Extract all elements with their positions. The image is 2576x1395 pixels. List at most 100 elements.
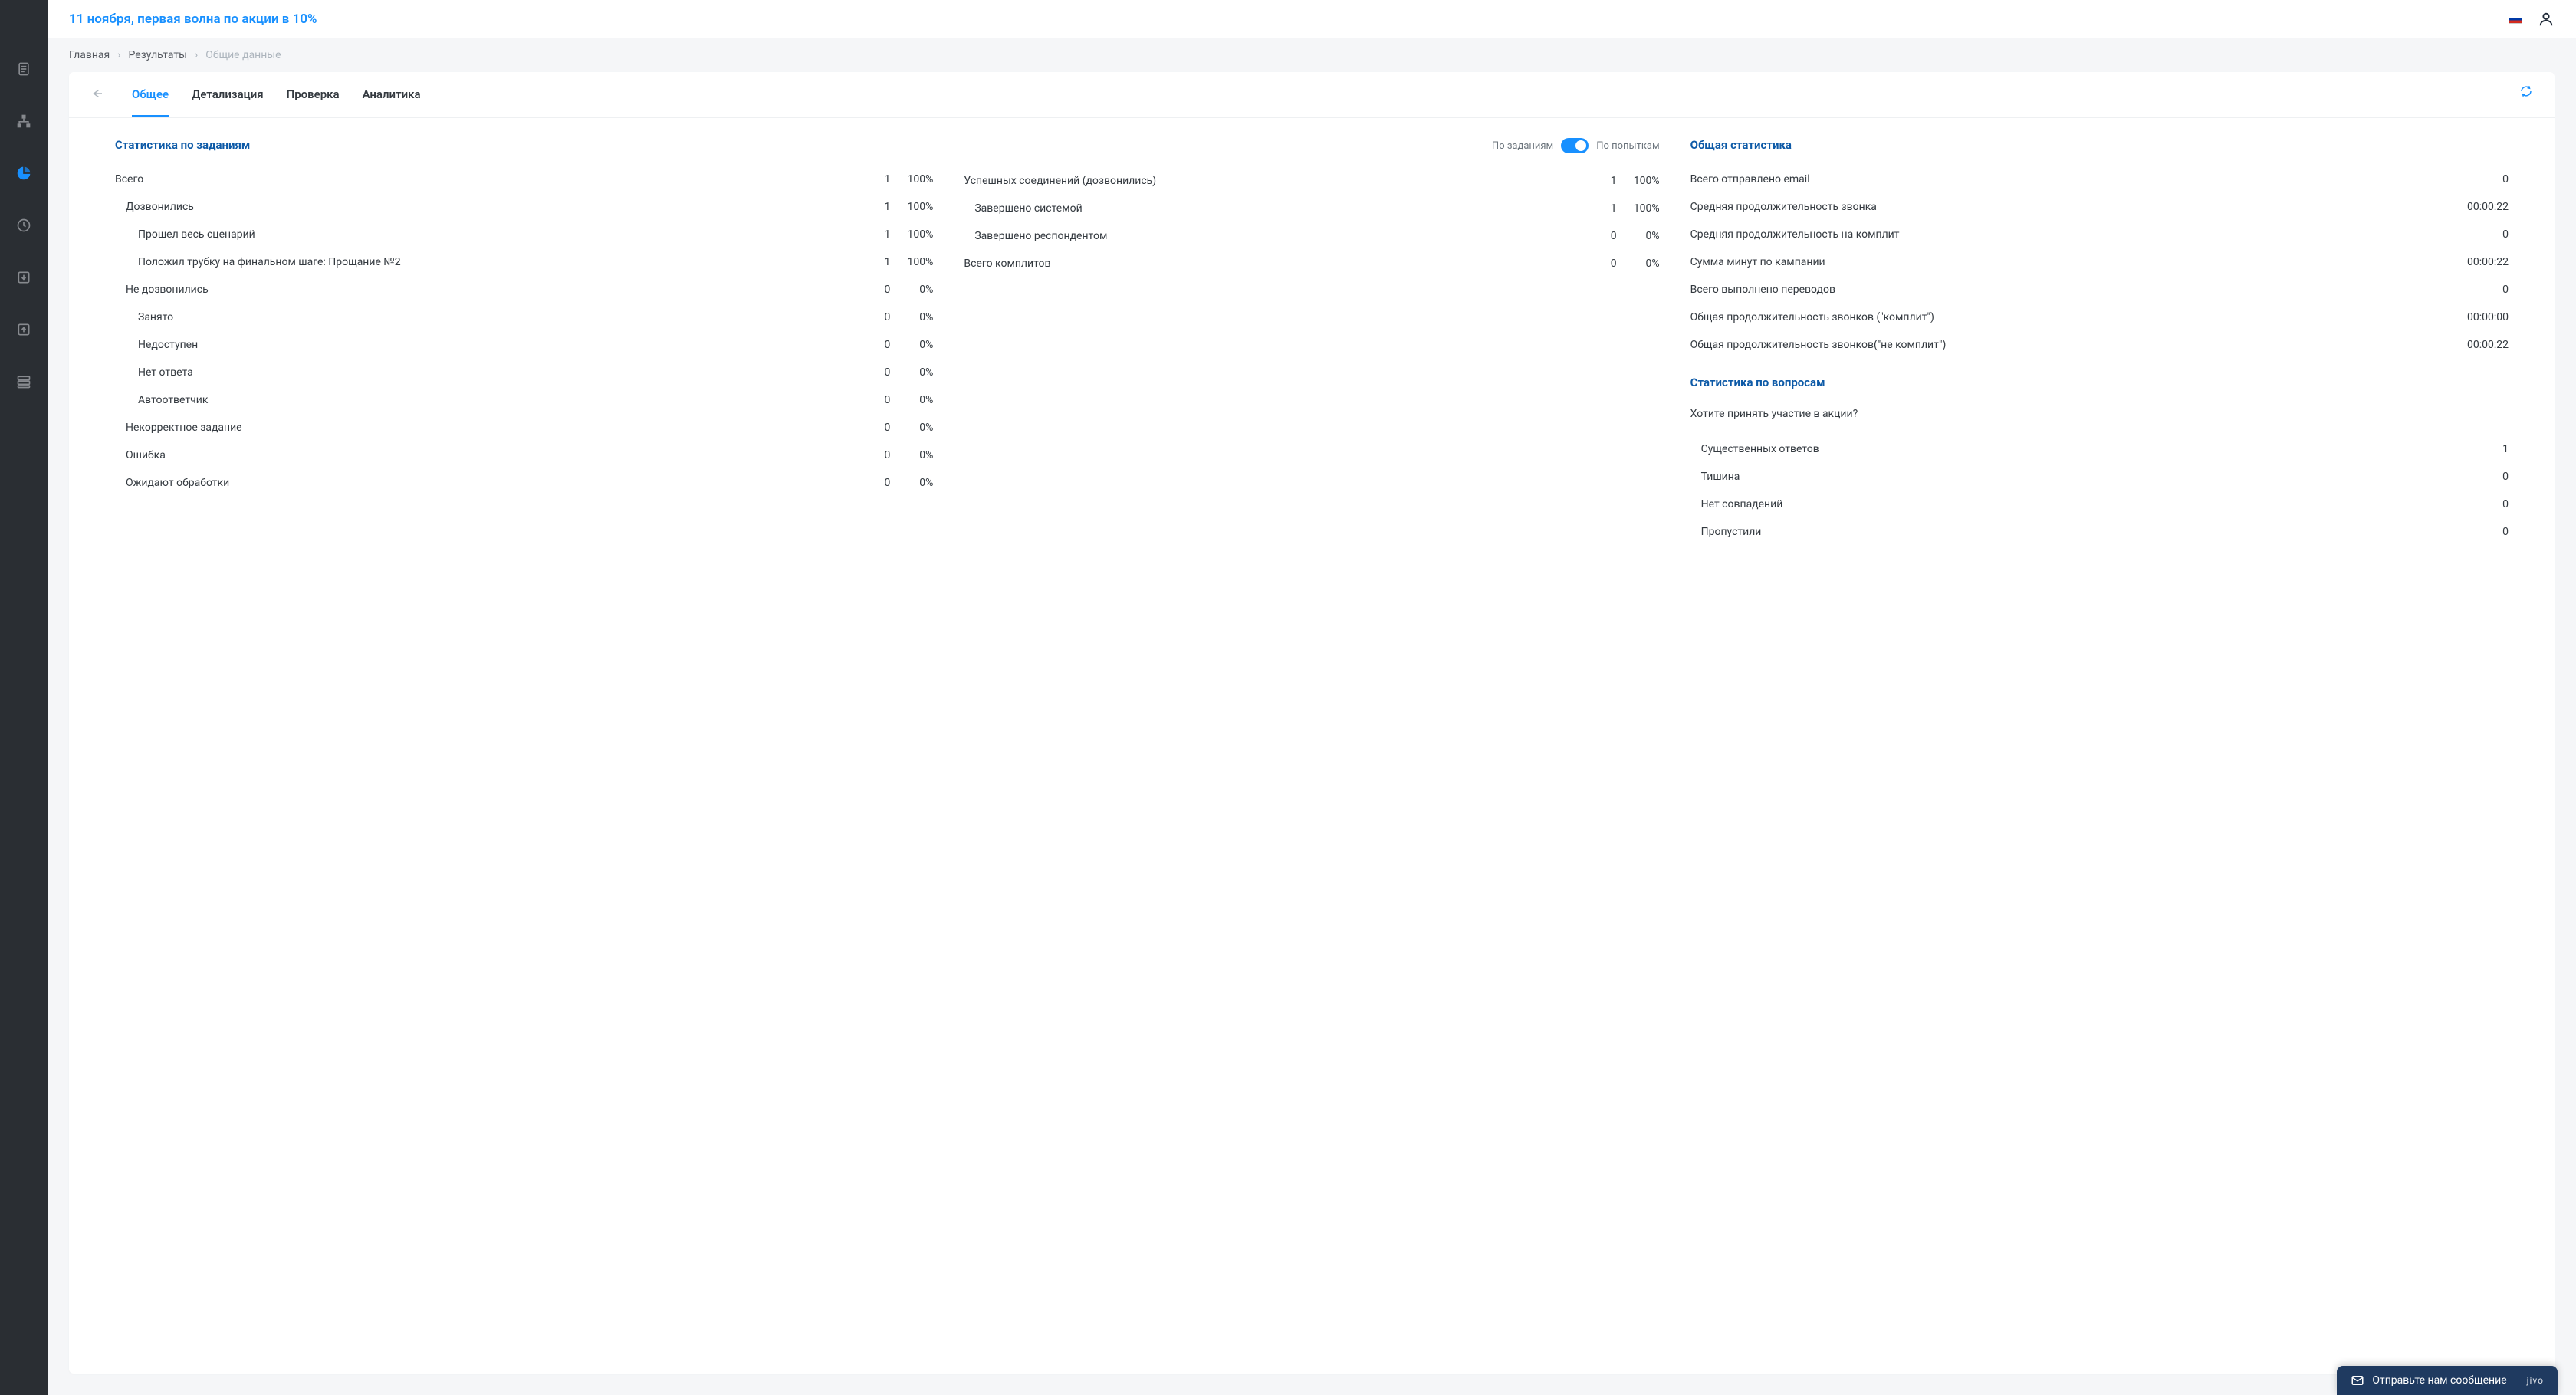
stat-label: Нет ответа [138, 366, 859, 379]
stat-pct: 100% [1617, 175, 1660, 187]
stat-count: 0 [859, 366, 890, 379]
stat-row: Нет ответа00% [115, 359, 933, 386]
stat-pct: 100% [890, 173, 933, 185]
stat-row: Средняя продолжительность звонка00:00:22 [1691, 193, 2509, 221]
tabs: Общее Детализация Проверка Аналитика [69, 72, 2555, 118]
back-arrow-icon[interactable] [90, 87, 104, 103]
stat-pct: 0% [890, 422, 933, 434]
breadcrumb-home[interactable]: Главная [69, 49, 110, 61]
language-flag-ru[interactable] [2509, 15, 2522, 24]
clock-icon [16, 218, 31, 233]
breadcrumb-results[interactable]: Результаты [128, 49, 187, 61]
sidebar-item-import[interactable] [15, 268, 33, 287]
stat-label: Средняя продолжительность звонка [1691, 201, 2432, 213]
stat-row: Сумма минут по кампании00:00:22 [1691, 248, 2509, 276]
stat-count: 1 [1586, 202, 1617, 215]
page-title[interactable]: 11 ноября, первая волна по акции в 10% [69, 11, 317, 27]
tab-check[interactable]: Проверка [287, 74, 340, 117]
tab-detail[interactable]: Детализация [192, 74, 263, 117]
sidebar-item-servers[interactable] [15, 373, 33, 391]
stat-pct: 0% [890, 449, 933, 461]
stat-count: 1 [859, 201, 890, 213]
stat-row: Всего выполнено переводов0 [1691, 276, 2509, 304]
stat-pct: 0% [890, 284, 933, 296]
stat-label: Занято [138, 311, 859, 323]
stat-row: Нет совпадений0 [1691, 491, 2509, 518]
stat-label: Общая продолжительность звонков("не комп… [1691, 339, 2432, 351]
stat-value: 1 [2432, 443, 2509, 455]
stat-pct: 0% [1617, 258, 1660, 270]
sidebar-item-structure[interactable] [15, 112, 33, 130]
stat-row: Общая продолжительность звонков ("компли… [1691, 304, 2509, 331]
stat-row: Средняя продолжительность на комплит0 [1691, 221, 2509, 248]
stat-row: Ошибка00% [115, 441, 933, 469]
stat-row: Завершено респондентом00% [964, 222, 1659, 250]
refresh-button[interactable] [2519, 84, 2533, 101]
sidebar-item-schedule[interactable] [15, 216, 33, 235]
stat-count: 1 [859, 173, 890, 185]
task-stats-list: Всего1100%Дозвонились1100%Прошел весь сц… [115, 166, 933, 497]
stat-row: Пропустили0 [1691, 518, 2509, 546]
topbar: 11 ноября, первая волна по акции в 10% [48, 0, 2576, 38]
sidebar-item-docs[interactable] [15, 60, 33, 78]
envelope-icon [2351, 1374, 2364, 1387]
stat-row: Всего отправлено email0 [1691, 166, 2509, 193]
stat-count: 0 [859, 422, 890, 434]
server-icon [16, 374, 31, 389]
user-icon[interactable] [2538, 11, 2555, 28]
stat-row: Дозвонились1100% [115, 193, 933, 221]
tab-analytics[interactable]: Аналитика [363, 74, 421, 117]
sync-icon [2519, 84, 2533, 98]
stat-pct: 0% [890, 477, 933, 489]
stat-label: Не дозвонились [126, 284, 859, 296]
stat-label: Ожидают обработки [126, 477, 859, 489]
stat-pct: 100% [890, 228, 933, 241]
stat-count: 0 [859, 394, 890, 406]
toggle-left-label: По заданиям [1492, 140, 1553, 152]
sidebar-item-stats[interactable] [15, 164, 33, 182]
question-stats-title: Статистика по вопросам [1691, 376, 2509, 389]
stat-row: Всего1100% [115, 166, 933, 193]
content-card: Общее Детализация Проверка Аналитика Ста… [69, 72, 2555, 1374]
stats-mode-toggle: По заданиям По попыткам [964, 138, 1659, 153]
stat-row: Успешных соединений (дозвонились)1100% [964, 167, 1659, 195]
breadcrumb: Главная › Результаты › Общие данные [48, 38, 2576, 72]
stat-count: 0 [859, 311, 890, 323]
stat-row: Тишина0 [1691, 463, 2509, 491]
stat-row: Занято00% [115, 304, 933, 331]
stat-label: Положил трубку на финальном шаге: Прощан… [138, 256, 859, 268]
stat-value: 0 [2432, 173, 2509, 185]
stat-count: 1 [1586, 175, 1617, 187]
stat-count: 0 [859, 339, 890, 351]
stat-value: 0 [2432, 526, 2509, 538]
stat-value: 0 [2432, 471, 2509, 483]
jivo-chat-widget[interactable]: Отправьте нам сообщение jivo [2337, 1366, 2558, 1395]
sidebar-item-export[interactable] [15, 320, 33, 339]
stat-label: Успешных соединений (дозвонились) [964, 175, 1585, 187]
right-column: Общая статистика Всего отправлено email0… [1691, 138, 2509, 546]
stat-row: Существенных ответов1 [1691, 435, 2509, 463]
question-answers-list: Существенных ответов1Тишина0Нет совпаден… [1691, 435, 2509, 546]
stat-value: 0 [2432, 498, 2509, 510]
stat-row: Общая продолжительность звонков("не комп… [1691, 331, 2509, 359]
toggle-switch[interactable] [1561, 138, 1589, 153]
stat-count: 1 [859, 228, 890, 241]
general-stats-title: Общая статистика [1691, 138, 2509, 152]
stat-row: Завершено системой1100% [964, 195, 1659, 222]
tab-general[interactable]: Общее [132, 74, 169, 117]
stat-label: Сумма минут по кампании [1691, 256, 2432, 268]
toggle-right-label: По попыткам [1596, 140, 1659, 152]
stat-count: 0 [1586, 230, 1617, 242]
stat-label: Дозвонились [126, 201, 859, 213]
stat-count: 0 [859, 284, 890, 296]
stat-label: Недоступен [138, 339, 859, 351]
stat-label: Существенных ответов [1701, 443, 2432, 455]
stat-pct: 100% [890, 201, 933, 213]
task-stats-title: Статистика по заданиям [115, 138, 933, 152]
stat-pct: 0% [1617, 230, 1660, 242]
stat-value: 0 [2432, 284, 2509, 296]
stat-count: 0 [859, 449, 890, 461]
stat-pct: 0% [890, 311, 933, 323]
stat-count: 0 [859, 477, 890, 489]
stat-pct: 0% [890, 339, 933, 351]
